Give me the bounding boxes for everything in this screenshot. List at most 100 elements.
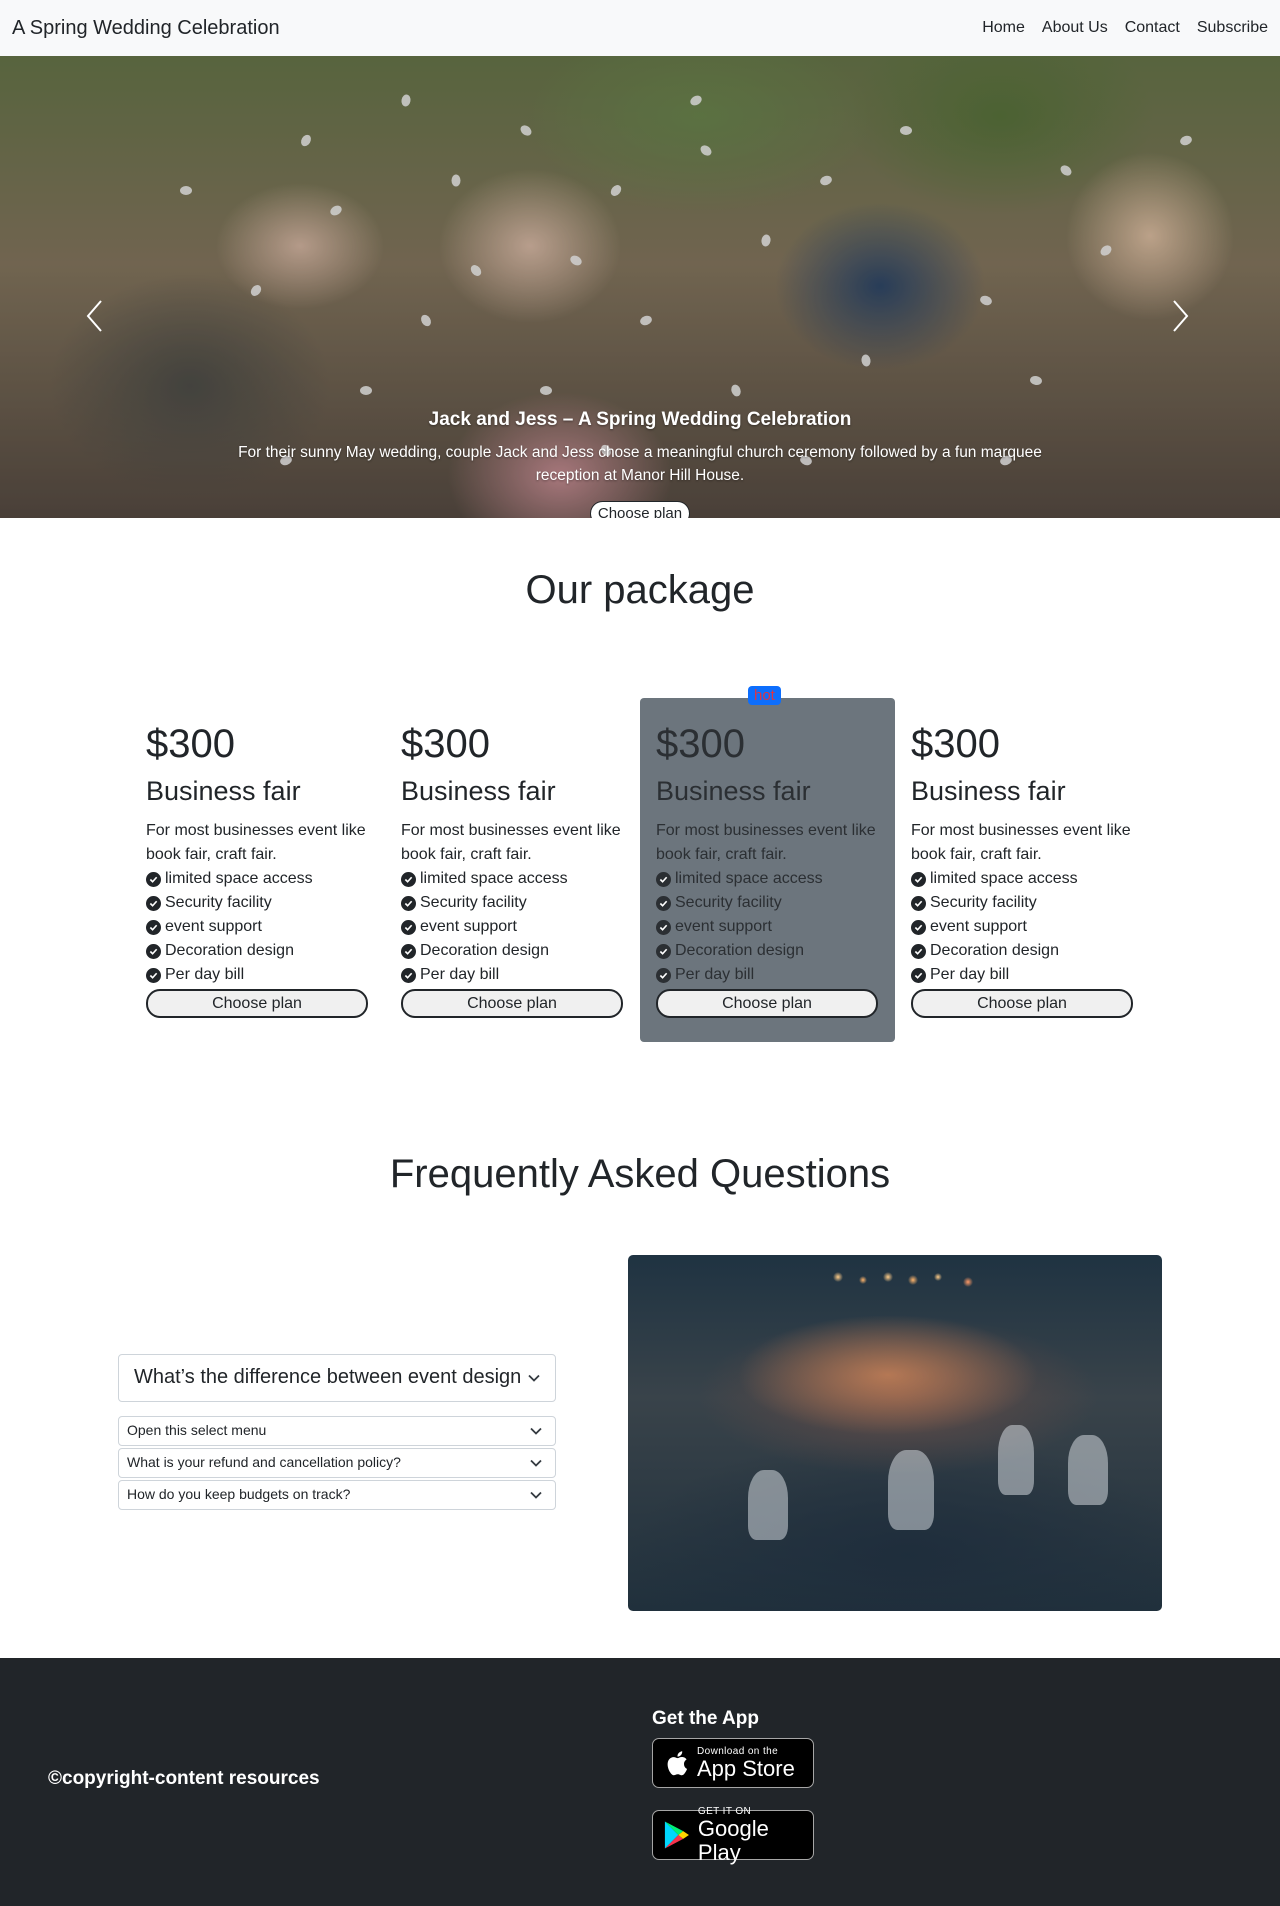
app-store-big-text: App Store [697,1755,795,1781]
card-feature-item: Decoration design [401,939,624,963]
faq-select[interactable]: What is your refund and cancellation pol… [118,1448,556,1478]
nav-contact-link[interactable]: Contact [1125,19,1180,37]
faq-selects: What’s the difference between event desi… [118,1255,556,1611]
apple-logo-icon [667,1751,688,1776]
app-store-button[interactable]: Download on the App Store [652,1738,814,1788]
card-feature-item: Security facility [401,891,624,915]
check-circle-icon [911,895,926,911]
faq-main-select[interactable]: What’s the difference between event desi… [118,1354,556,1402]
card-price: $300 [401,722,490,766]
card-feature-list: limited space access Security facility eve… [911,867,1134,987]
card-price: $300 [146,722,235,766]
petal-shape [400,93,412,108]
card-feature-item: limited space access [401,867,624,891]
card-feature-label: Per day bill [930,966,1010,983]
package-cards: $300 Business fair For most businesses eve… [0,686,1280,1042]
choose-plan-button[interactable]: Choose plan [656,989,878,1018]
faq-select[interactable]: Open this select menu [118,1416,556,1446]
app-store-small-text: Download on the [697,1745,779,1757]
chevron-down-icon [530,1491,542,1499]
package-card: $300 Business fair For most businesses eve… [895,698,1150,1042]
raised-hand [748,1470,788,1540]
brand-title[interactable]: A Spring Wedding Celebration [12,17,280,40]
card-feature-item: limited space access [656,867,879,891]
petal-shape [360,386,372,395]
carousel-prev-icon[interactable] [85,299,105,332]
card-feature-label: Security facility [675,894,782,911]
card-feature-label: event support [930,918,1027,935]
card-feature-item: event support [401,915,624,939]
card-plan-name: Business fair [911,776,1066,806]
google-play-button[interactable]: GET IT ON Google Play [652,1806,814,1864]
faq-select[interactable]: How do you keep budgets on track? [118,1480,556,1510]
choose-plan-button[interactable]: Choose plan [146,989,368,1018]
card-feature-list: limited space access Security facility eve… [656,867,879,987]
card-plan-name: Business fair [656,776,811,806]
petal-shape [1178,134,1194,147]
card-feature-item: event support [911,915,1134,939]
petal-shape [248,283,264,298]
card-feature-item: Security facility [911,891,1134,915]
choose-plan-button[interactable]: Choose plan [401,989,623,1018]
chevron-down-icon [528,1374,540,1382]
card-feature-item: Decoration design [911,939,1134,963]
petal-shape [299,133,313,148]
card-description: For most businesses event like book fair… [911,822,1131,863]
check-circle-icon [656,871,671,887]
hero-choose-plan-button[interactable]: Choose plan [589,501,691,518]
card-feature-label: limited space access [675,870,823,887]
card-feature-label: Decoration design [165,942,294,959]
google-play-label: GET IT ON Google Play [698,1806,813,1865]
card-feature-label: Decoration design [930,942,1059,959]
petal-shape [568,253,584,268]
card-feature-label: event support [420,918,517,935]
check-circle-icon [911,943,926,959]
check-circle-icon [146,943,161,959]
card-feature-item: Per day bill [401,963,624,987]
card-plan-name: Business fair [401,776,556,806]
package-card: $300 Business fair For most businesses eve… [130,698,385,1042]
check-circle-icon [656,943,671,959]
card-feature-label: Per day bill [675,966,755,983]
carousel-next-icon[interactable] [1170,299,1190,332]
chevron-down-icon [530,1427,542,1435]
google-play-icon [664,1821,689,1849]
check-circle-icon [656,895,671,911]
petal-shape [518,123,534,138]
card-feature-label: limited space access [420,870,568,887]
raised-hand [998,1425,1034,1495]
card-feature-item: Security facility [656,891,879,915]
check-circle-icon [146,871,161,887]
petal-shape [760,233,772,248]
card-feature-item: event support [656,915,879,939]
faq-select-value: What is your refund and cancellation pol… [127,1454,401,1470]
card-feature-label: Per day bill [420,966,500,983]
petal-shape [900,126,912,135]
card-feature-label: event support [675,918,772,935]
petal-shape [451,174,461,187]
nav-subscribe-link[interactable]: Subscribe [1197,19,1268,37]
choose-plan-button[interactable]: Choose plan [911,989,1133,1018]
card-feature-label: Decoration design [420,942,549,959]
petal-shape [729,383,743,398]
card-feature-label: limited space access [930,870,1078,887]
nav-about-link[interactable]: About Us [1042,19,1108,37]
petal-shape [608,183,624,198]
card-feature-label: Security facility [930,894,1037,911]
card-feature-item: limited space access [911,867,1134,891]
card-feature-item: Decoration design [146,939,369,963]
concert-crowd-image [628,1255,1162,1611]
card-feature-item: event support [146,915,369,939]
card-feature-list: limited space access Security facility eve… [401,867,624,987]
petal-shape [419,313,433,328]
petal-shape [638,314,654,327]
card-description: For most businesses event like book fair… [146,822,366,863]
hot-badge: hot [748,686,781,705]
check-circle-icon [911,967,926,983]
card-feature-label: limited space access [165,870,313,887]
petal-shape [328,203,344,218]
card-plan-name: Business fair [146,776,301,806]
check-circle-icon [911,919,926,935]
nav-home-link[interactable]: Home [982,19,1025,37]
card-feature-label: Per day bill [165,966,245,983]
